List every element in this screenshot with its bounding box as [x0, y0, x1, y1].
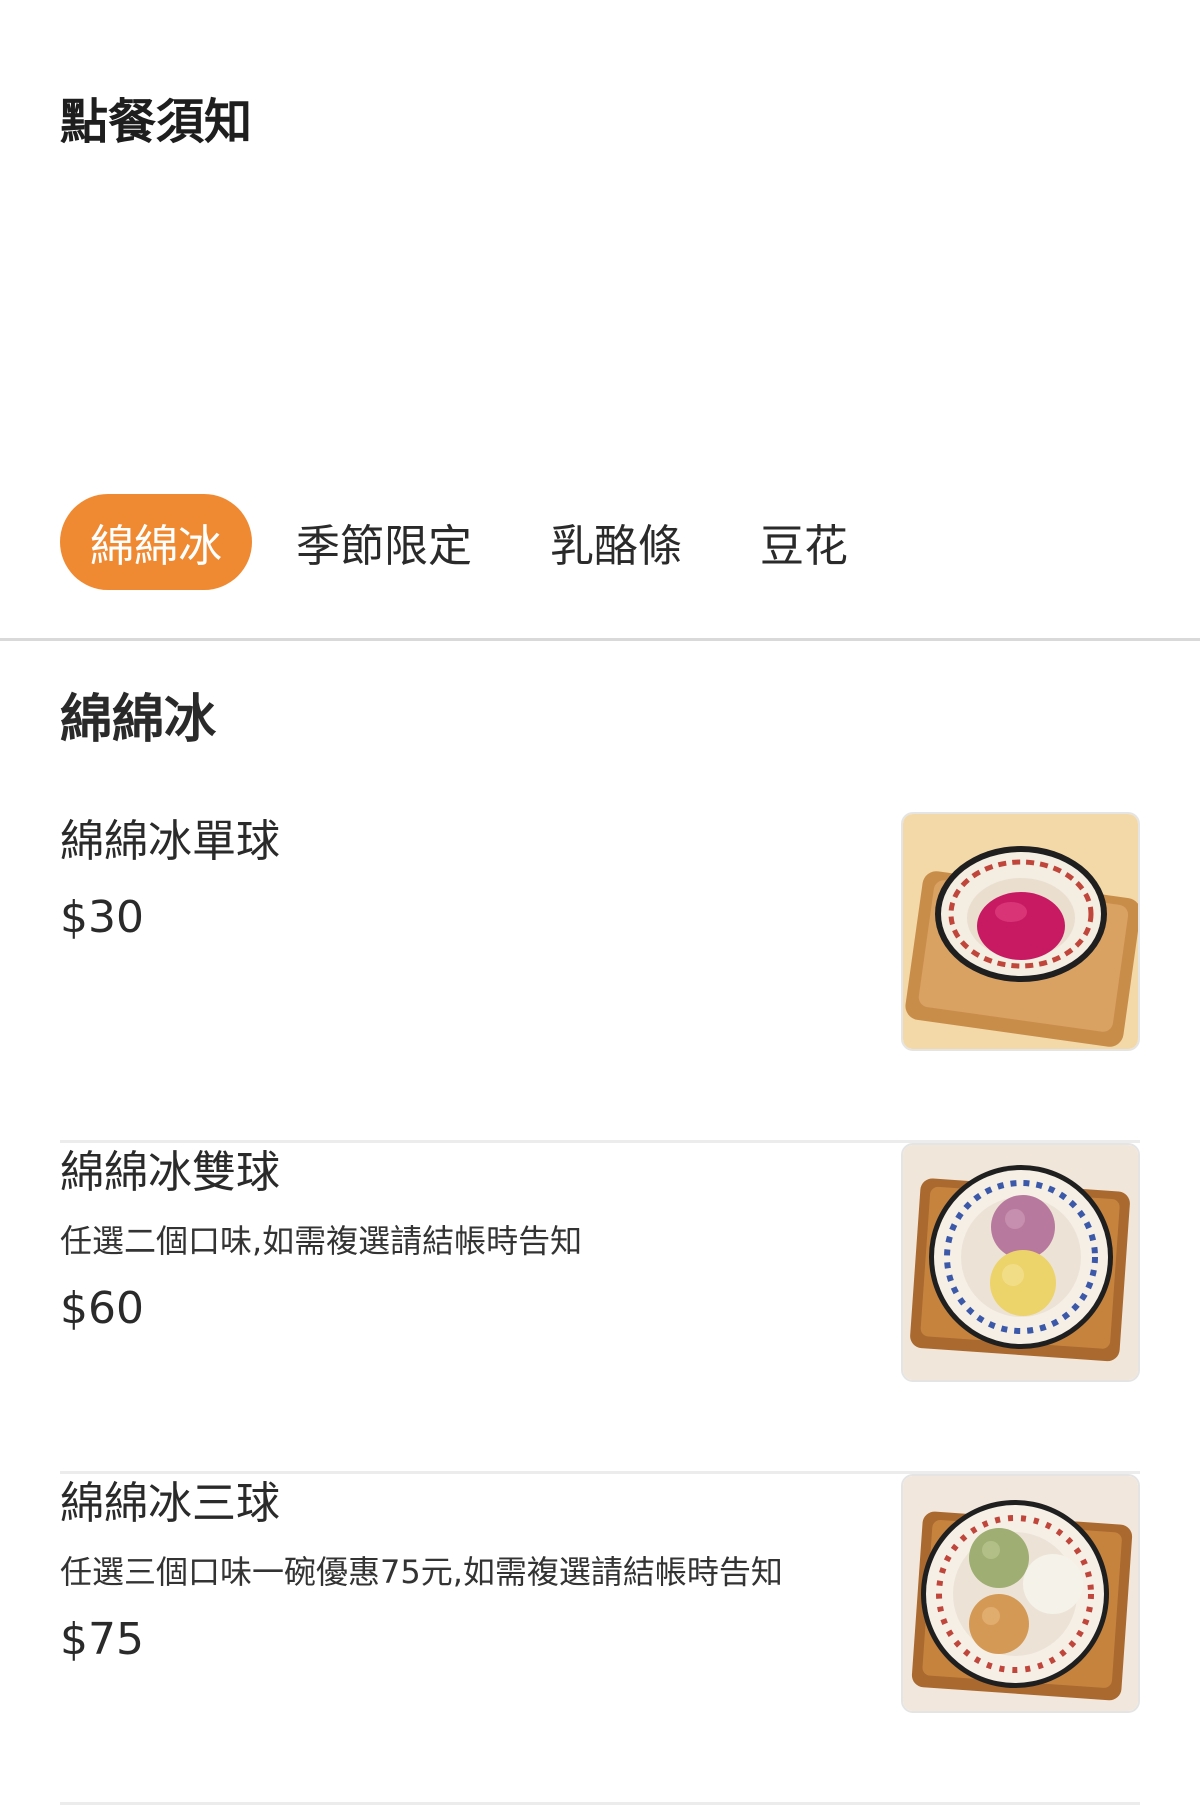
- section-title: 綿綿冰: [60, 690, 217, 750]
- item-name: 綿綿冰單球: [60, 816, 280, 867]
- menu-item[interactable]: 綿綿冰三球 任選三個口味一碗優惠75元,如需複選請結帳時告知 $75: [60, 1474, 1140, 1805]
- item-description: 任選三個口味一碗優惠75元,如需複選請結帳時告知: [60, 1553, 783, 1591]
- tab-cheese-sticks[interactable]: 乳酪條: [550, 494, 682, 590]
- item-price: $30: [60, 892, 144, 943]
- menu-item[interactable]: 綿綿冰雙球 任選二個口味,如需複選請結帳時告知 $60: [60, 1143, 1140, 1474]
- tabs-divider: [0, 638, 1200, 641]
- tab-seasonal-limited[interactable]: 季節限定: [296, 494, 472, 590]
- item-name: 綿綿冰雙球: [60, 1147, 280, 1198]
- item-description: 任選二個口味,如需複選請結帳時告知: [60, 1222, 583, 1260]
- notice-title: 點餐須知: [60, 94, 253, 150]
- tab-mianmianbing[interactable]: 綿綿冰: [60, 494, 252, 590]
- two-scoop-bowl-image: [903, 1145, 1138, 1380]
- one-scoop-bowl-image: [903, 814, 1138, 1049]
- item-price: $75: [60, 1614, 144, 1665]
- tab-douhua[interactable]: 豆花: [760, 494, 848, 590]
- category-tabs: 綿綿冰 季節限定 乳酪條 豆花: [60, 494, 848, 590]
- item-photo[interactable]: [901, 1143, 1140, 1382]
- three-scoop-bowl-image: [903, 1476, 1138, 1711]
- item-photo[interactable]: [901, 1474, 1140, 1713]
- item-price: $60: [60, 1283, 144, 1334]
- item-name: 綿綿冰三球: [60, 1478, 280, 1529]
- menu-item[interactable]: 綿綿冰單球 $30: [60, 812, 1140, 1143]
- item-photo[interactable]: [901, 812, 1140, 1051]
